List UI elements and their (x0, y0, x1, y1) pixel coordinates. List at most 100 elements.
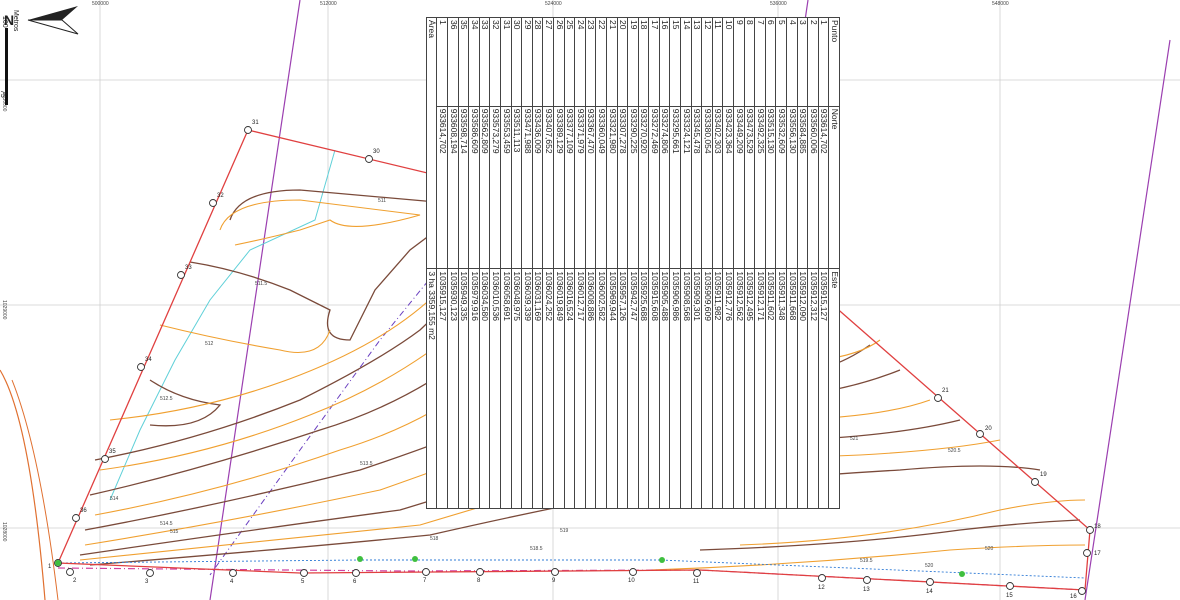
vertex-label-8: 8 (477, 578, 481, 584)
topographic-map: 500000 512000 524000 536000 548000 10300… (0, 0, 1180, 600)
vertex-36[interactable] (72, 514, 80, 522)
survey-point[interactable] (959, 571, 965, 577)
survey-points (55, 556, 965, 577)
vertex-22[interactable] (821, 294, 829, 302)
grid-label-top-2: 512000 (320, 1, 337, 7)
boundary-vertices (54, 126, 1094, 595)
vertex-label-5: 5 (301, 579, 305, 585)
scale-max: 100 (1, 16, 8, 28)
vertex-2[interactable] (66, 568, 74, 576)
contour-label: 516 (760, 428, 769, 434)
vertex-label-35: 35 (109, 449, 116, 455)
grid-label-top-4: 536000 (770, 1, 787, 7)
contour-label: 518.5 (530, 546, 543, 552)
vertex-label-25: 25 (776, 248, 783, 254)
contour-label: 519.5 (860, 558, 873, 564)
contour-label: 520 (985, 546, 994, 552)
vertex-7[interactable] (422, 568, 430, 576)
vertex-label-33: 33 (185, 265, 192, 271)
vertex-label-3: 3 (145, 579, 149, 585)
vertex-label-30: 30 (373, 149, 380, 155)
vertex-label-16: 16 (1070, 594, 1077, 600)
vertex-35[interactable] (101, 455, 109, 463)
property-boundary (57, 129, 1091, 591)
contour-label: 513.5 (360, 461, 373, 467)
scale-bar: Metros 100 75 (0, 10, 19, 105)
contour-label: 511.5 (255, 281, 267, 287)
vertex-label-9: 9 (552, 578, 556, 584)
vertex-label-29: 29 (491, 178, 498, 184)
vertex-26[interactable] (733, 244, 741, 252)
vertex-label-13: 13 (863, 587, 870, 593)
roads (0, 0, 1171, 600)
vertex-label-15: 15 (1006, 593, 1013, 599)
vertex-label-17: 17 (1094, 551, 1101, 557)
contour-label: 520 (925, 563, 934, 569)
vertex-label-20: 20 (985, 426, 992, 432)
vertex-11[interactable] (693, 569, 701, 577)
survey-point[interactable] (55, 560, 61, 566)
grid-label-top-3: 524000 (545, 1, 562, 7)
vertex-3[interactable] (146, 569, 154, 577)
contour-label: 520.5 (948, 448, 961, 454)
vertex-label-19: 19 (1040, 472, 1047, 478)
vertex-label-1: 1 (48, 564, 52, 570)
vertex-9[interactable] (551, 568, 559, 576)
vertex-33[interactable] (177, 271, 185, 279)
vertex-29[interactable] (483, 184, 491, 192)
vertex-label-26: 26 (741, 238, 748, 244)
vertex-27[interactable] (676, 231, 684, 239)
survey-point[interactable] (412, 556, 418, 562)
vertex-21[interactable] (934, 394, 942, 402)
contour-label: 518 (430, 536, 439, 542)
vertex-24[interactable] (786, 266, 794, 274)
contours-intermediate (79, 199, 1086, 571)
contour-label: 512 (205, 341, 214, 347)
vertex-label-10: 10 (628, 578, 635, 584)
vertex-17[interactable] (1083, 549, 1091, 557)
contour-label: 515.5 (730, 451, 743, 457)
vertex-34[interactable] (137, 363, 145, 371)
vertex-8[interactable] (476, 568, 484, 576)
vertex-15[interactable] (1006, 582, 1014, 590)
vertex-label-24: 24 (794, 260, 801, 266)
vertex-19[interactable] (1031, 478, 1039, 486)
vertex-6[interactable] (352, 569, 360, 577)
vertex-13[interactable] (863, 576, 871, 584)
vertex-31[interactable] (244, 126, 252, 134)
grid-label-side-3: 1028000 (1, 522, 7, 542)
vertex-label-18: 18 (1094, 524, 1101, 530)
vertex-label-36: 36 (80, 508, 87, 514)
survey-point[interactable] (357, 556, 363, 562)
vertex-28[interactable] (591, 209, 599, 217)
scale-mid: 75 (0, 90, 6, 98)
vertex-14[interactable] (926, 578, 934, 586)
vertex-16[interactable] (1078, 587, 1086, 595)
vertex-label-12: 12 (818, 585, 825, 591)
vertex-30[interactable] (365, 155, 373, 163)
contour-label: 514.5 (160, 521, 173, 527)
contour-label: 514 (110, 496, 119, 502)
vertex-label-34: 34 (145, 357, 152, 363)
contour-label: 519 (560, 528, 569, 534)
vertex-10[interactable] (629, 568, 637, 576)
vertex-23[interactable] (801, 277, 809, 285)
vertex-label-6: 6 (353, 579, 357, 585)
vertex-12[interactable] (818, 574, 826, 582)
vertex-label-14: 14 (926, 589, 933, 595)
vertex-4[interactable] (229, 569, 237, 577)
vertex-18[interactable] (1086, 526, 1094, 534)
vertex-5[interactable] (300, 569, 308, 577)
vertex-25[interactable] (768, 254, 776, 262)
vertex-label-11: 11 (693, 579, 700, 585)
vertex-label-7: 7 (423, 578, 427, 584)
survey-point[interactable] (659, 557, 665, 563)
contour-label: 511 (378, 198, 386, 204)
grid-label-side-2: 1029000 (1, 300, 7, 320)
vertex-20[interactable] (976, 430, 984, 438)
contour-label: 515 (170, 529, 179, 535)
vertex-label-4: 4 (230, 579, 234, 585)
grid-label-top-5: 548000 (992, 1, 1009, 7)
vertex-32[interactable] (209, 199, 217, 207)
contours-index (79, 189, 1081, 566)
